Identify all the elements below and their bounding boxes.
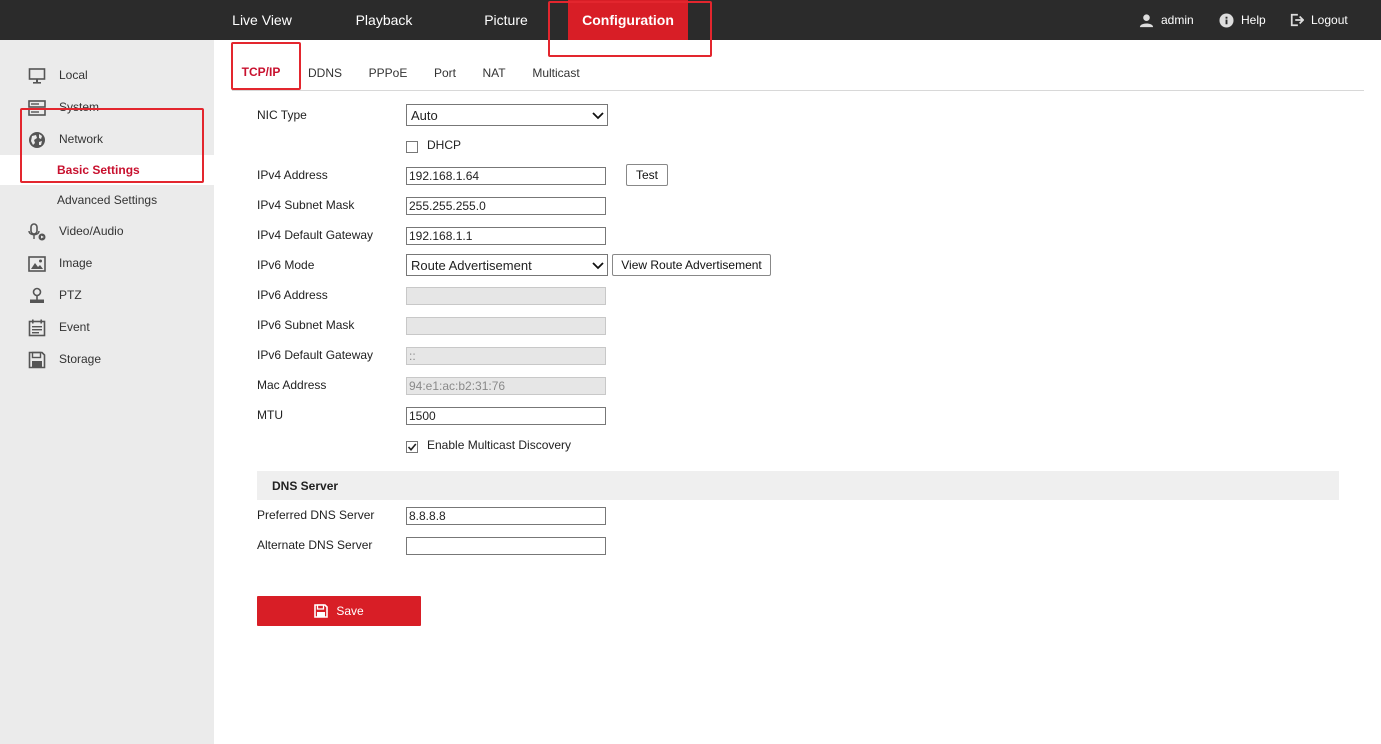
save-label: Save [336, 604, 364, 618]
dns-section-title: DNS Server [272, 478, 339, 493]
sidebar-item-system[interactable]: System [0, 92, 214, 122]
sidebar-item-label: Video/Audio [59, 224, 124, 238]
ipv4-gateway-label: IPv4 Default Gateway [257, 228, 374, 242]
nav-playback[interactable]: Playback [334, 0, 434, 40]
save-icon [314, 604, 329, 618]
ipv4-address-input[interactable] [406, 167, 606, 185]
ipv6-subnet-mask-input [406, 317, 606, 335]
sidebar-item-network[interactable]: Network [0, 124, 214, 154]
event-icon [28, 319, 46, 337]
monitor-icon [28, 68, 46, 84]
nav-picture[interactable]: Picture [456, 0, 556, 40]
sidebar: Local System Network Basic Settings Adva… [0, 40, 214, 744]
mac-address-label: Mac Address [257, 378, 327, 392]
ipv6-mode-label: IPv6 Mode [257, 258, 315, 272]
sidebar-item-local[interactable]: Local [0, 60, 214, 90]
sidebar-item-video-audio[interactable]: Video/Audio [0, 216, 214, 246]
storage-icon [28, 351, 46, 369]
sidebar-item-label: Network [59, 132, 104, 146]
checkmark-icon [407, 443, 417, 452]
server-icon [28, 100, 46, 116]
dhcp-label: DHCP [427, 138, 462, 152]
tab-port[interactable]: Port [431, 56, 459, 90]
mtu-label: MTU [257, 408, 283, 422]
sidebar-item-label: Image [59, 256, 93, 270]
logout-link[interactable]: Logout [1290, 0, 1348, 40]
mtu-input[interactable] [406, 407, 606, 425]
chevron-down-icon [592, 262, 604, 270]
ipv4-subnet-mask-label: IPv4 Subnet Mask [257, 198, 355, 212]
nic-type-value: Auto [411, 107, 438, 123]
dns-section-header: DNS Server [257, 471, 1339, 500]
sidebar-item-label: PTZ [59, 288, 82, 302]
image-icon [28, 256, 46, 272]
chevron-down-icon [592, 112, 604, 120]
top-navigation-bar: Live View Playback Picture Configuration… [0, 0, 1381, 40]
ipv6-subnet-mask-label: IPv6 Subnet Mask [257, 318, 355, 332]
ipv6-gateway-input [406, 347, 606, 365]
nic-type-label: NIC Type [257, 108, 307, 122]
logout-icon [1290, 13, 1304, 27]
logout-label: Logout [1311, 13, 1348, 27]
tab-multicast[interactable]: Multicast [529, 56, 583, 90]
tab-ddns[interactable]: DDNS [304, 56, 346, 90]
preferred-dns-input[interactable] [406, 507, 606, 525]
sidebar-subitem-label: Basic Settings [57, 163, 140, 177]
sidebar-subitem-advanced-settings[interactable]: Advanced Settings [0, 185, 214, 215]
sidebar-item-label: Event [59, 320, 90, 334]
sidebar-item-storage[interactable]: Storage [0, 344, 214, 374]
help-link[interactable]: Help [1219, 0, 1266, 40]
info-icon [1219, 12, 1234, 28]
tab-nat[interactable]: NAT [479, 56, 509, 90]
dhcp-checkbox[interactable] [406, 141, 418, 153]
ipv4-subnet-mask-input[interactable] [406, 197, 606, 215]
user-name: admin [1161, 13, 1194, 27]
user-menu[interactable]: admin [1139, 0, 1194, 40]
mac-address-input [406, 377, 606, 395]
sidebar-item-label: Storage [59, 352, 102, 366]
tab-tcp-ip[interactable]: TCP/IP [238, 56, 284, 90]
save-button[interactable]: Save [257, 596, 421, 626]
test-button[interactable]: Test [626, 164, 668, 186]
tab-bar: TCP/IP DDNS PPPoE Port NAT Multicast [232, 56, 1364, 91]
sidebar-item-ptz[interactable]: PTZ [0, 280, 214, 310]
sidebar-subitem-basic-settings[interactable]: Basic Settings [0, 155, 214, 185]
view-route-advertisement-button[interactable]: View Route Advertisement [612, 254, 771, 276]
preferred-dns-label: Preferred DNS Server [257, 508, 375, 522]
help-label: Help [1241, 13, 1266, 27]
ipv4-gateway-input[interactable] [406, 227, 606, 245]
ipv4-address-label: IPv4 Address [257, 168, 328, 182]
microphone-icon [28, 223, 46, 241]
sidebar-item-label: System [59, 100, 100, 114]
ipv6-address-input [406, 287, 606, 305]
sidebar-item-image[interactable]: Image [0, 248, 214, 278]
nic-type-select[interactable]: Auto [406, 104, 608, 126]
ipv6-address-label: IPv6 Address [257, 288, 328, 302]
sidebar-item-label: Local [59, 68, 88, 82]
multicast-discovery-label: Enable Multicast Discovery [427, 438, 572, 452]
ipv6-mode-value: Route Advertisement [411, 257, 532, 273]
alternate-dns-input[interactable] [406, 537, 606, 555]
ptz-icon [30, 287, 44, 303]
sidebar-item-event[interactable]: Event [0, 312, 214, 342]
tab-pppoe[interactable]: PPPoE [365, 56, 411, 90]
globe-icon [29, 132, 45, 148]
ipv6-mode-select[interactable]: Route Advertisement [406, 254, 608, 276]
multicast-discovery-checkbox[interactable] [406, 441, 418, 453]
nav-configuration[interactable]: Configuration [568, 0, 688, 40]
nav-live-view[interactable]: Live View [212, 0, 312, 40]
ipv6-gateway-label: IPv6 Default Gateway [257, 348, 374, 362]
alternate-dns-label: Alternate DNS Server [257, 538, 373, 552]
sidebar-subitem-label: Advanced Settings [57, 193, 158, 207]
user-icon [1139, 13, 1154, 27]
